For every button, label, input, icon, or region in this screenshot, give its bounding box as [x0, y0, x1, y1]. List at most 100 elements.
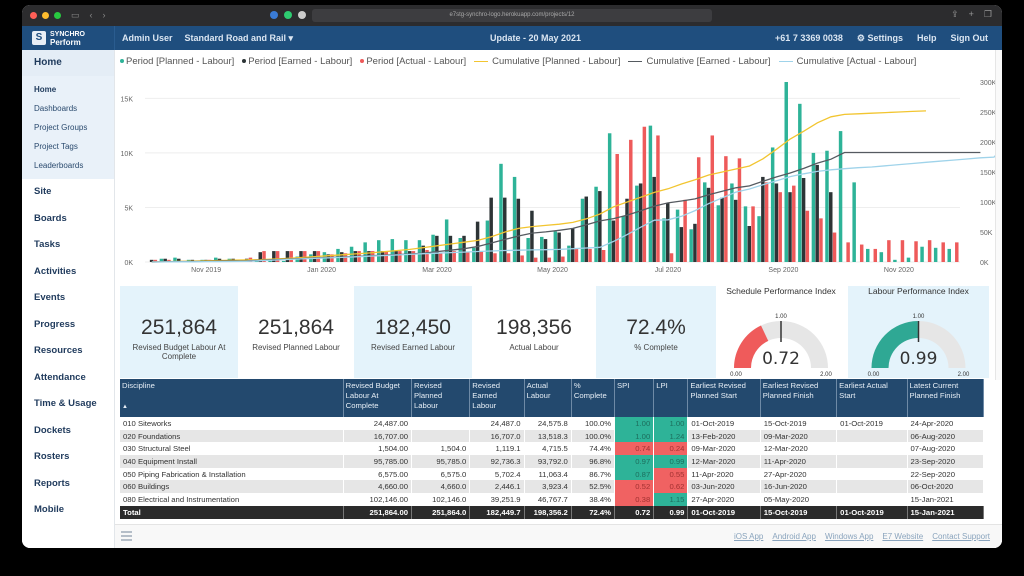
sidebar-subitem-project-tags[interactable]: Project Tags	[34, 137, 114, 156]
bar-period-planned	[947, 248, 951, 262]
sidebar-item-events[interactable]: Events	[22, 285, 114, 312]
table-row[interactable]: 020 Foundations 16,707.00 16,707.0 13,518.3…	[120, 429, 985, 443]
bar-period-planned	[757, 216, 761, 262]
table-cell: 27-Apr-2020	[760, 467, 838, 481]
table-cell: 16-Jun-2020	[760, 480, 838, 494]
extension-icon-blue[interactable]	[270, 11, 278, 19]
sort-asc-icon: ▲	[122, 404, 128, 410]
minimize-window-button[interactable]	[42, 12, 49, 19]
sidebar-item-time-usage[interactable]: Time & Usage	[22, 391, 114, 418]
col-header-actual[interactable]: Actual Labour	[524, 379, 572, 417]
tabs-overview-icon[interactable]: ❐	[984, 9, 992, 20]
settings-link[interactable]: ⚙ Settings	[857, 33, 903, 44]
sidebar-subitem-leaderboards[interactable]: Leaderboards	[34, 156, 114, 175]
footer-link-contact-support[interactable]: Contact Support	[932, 532, 990, 541]
sidebar-subitem-dashboards[interactable]: Dashboards	[34, 99, 114, 118]
table-row[interactable]: 080 Electrical and Instrumentation 102,14…	[120, 493, 985, 506]
sidebar-item-tasks[interactable]: Tasks	[22, 232, 114, 259]
x-tick-label: May 2020	[537, 267, 568, 274]
bar-period-earned	[448, 235, 453, 262]
col-header-lpi[interactable]: LPI	[653, 379, 689, 417]
sidebar-item-resources[interactable]: Resources	[22, 338, 114, 365]
kpi-value: 251,864	[141, 316, 217, 339]
kpi-value: 198,356	[496, 316, 572, 339]
table-row[interactable]: 010 Siteworks 24,487.00 24,487.0 24,575.8 10…	[120, 417, 985, 430]
table-cell: 4,660.00	[343, 480, 413, 494]
table-cell: 74.4%	[571, 442, 616, 456]
legend-item-cumulative-actual[interactable]: Cumulative [Actual - Labour]	[778, 56, 916, 67]
sidebar-item-reports[interactable]: Reports	[22, 471, 114, 498]
table-cell	[836, 467, 908, 481]
legend-item-period-actual[interactable]: Period [Actual - Labour]	[360, 56, 466, 67]
col-header-earned[interactable]: Revised Earned Labour	[469, 379, 525, 417]
gauge-lpi: Labour Performance Index 0.99 1.00 0.00 2.0…	[848, 286, 989, 378]
col-header-planned-start[interactable]: Earliest Revised Planned Start	[687, 379, 761, 417]
footer-link-android-app[interactable]: Android App	[772, 532, 816, 541]
bar-period-earned	[747, 226, 751, 262]
sidebar-toggle-icon[interactable]: ▭	[71, 10, 80, 21]
sidebar-item-site[interactable]: Site	[22, 179, 114, 206]
legend-item-cumulative-planned[interactable]: Cumulative [Planned - Labour]	[474, 56, 620, 67]
col-header-actual-start[interactable]: Earliest Actual Start	[836, 379, 908, 417]
bar-period-actual	[601, 250, 606, 262]
forward-icon[interactable]: ›	[103, 10, 106, 21]
col-header-pct-complete[interactable]: % Complete	[571, 379, 616, 417]
col-header-discipline[interactable]: Discipline ▲	[120, 379, 344, 417]
sidebar-item-attendance[interactable]: Attendance	[22, 365, 114, 392]
sidebar-item-dockets[interactable]: Dockets	[22, 418, 114, 445]
sidebar-subitem-project-groups[interactable]: Project Groups	[34, 118, 114, 137]
table-cell: 24-Apr-2020	[907, 417, 985, 430]
table-cell: 040 Equipment Install	[120, 455, 344, 468]
total-cell: 01-Oct-2019	[687, 505, 761, 519]
footer-link-e7-website[interactable]: E7 Website	[882, 532, 923, 541]
legend-item-period-earned[interactable]: Period [Earned - Labour]	[242, 56, 352, 67]
share-icon[interactable]: ⇪	[951, 9, 959, 20]
sidebar-item-progress[interactable]: Progress	[22, 312, 114, 339]
col-header-latest-finish[interactable]: Latest Current Planned Finish	[907, 379, 985, 417]
sidebar-item-activities[interactable]: Activities	[22, 259, 114, 286]
col-header-planned-finish[interactable]: Earliest Revised Planned Finish	[760, 379, 838, 417]
bar-period-planned	[472, 247, 476, 262]
table-row[interactable]: 060 Buildings 4,660.00 4,660.0 2,446.1 3,923…	[120, 480, 985, 494]
address-bar[interactable]: e7stg-synchro-logo.herokuapp.com/project…	[312, 9, 712, 22]
table-cell: 38.4%	[571, 493, 616, 506]
sidebar-item-mobile[interactable]: Mobile	[22, 497, 114, 524]
gauge-mid-label: 1.00	[775, 314, 787, 320]
col-header-spi[interactable]: SPI	[614, 379, 655, 417]
new-tab-icon[interactable]: +	[969, 9, 974, 20]
sign-out-link[interactable]: Sign Out	[951, 33, 989, 44]
hamburger-menu-icon[interactable]	[121, 531, 132, 543]
close-window-button[interactable]	[30, 12, 37, 19]
project-selector[interactable]: Standard Road and Rail ▾	[185, 33, 294, 44]
table-row[interactable]: 040 Equipment Install 95,785.00 95,785.0 92…	[120, 455, 985, 468]
bar-period-actual	[710, 135, 715, 262]
extension-icon-green[interactable]	[284, 11, 292, 19]
synchro-logo[interactable]: S SYNCHRO Perform	[22, 26, 115, 50]
bar-period-actual	[805, 210, 810, 262]
page-scrollbar[interactable]	[995, 50, 1002, 380]
help-link[interactable]: Help	[917, 33, 937, 44]
col-header-budget[interactable]: Revised Budget Labour At Complete	[343, 379, 413, 417]
legend-item-period-planned[interactable]: Period [Planned - Labour]	[120, 56, 234, 67]
table-row[interactable]: 050 Piping Fabrication & Installation 6,5…	[120, 467, 985, 481]
col-header-planned[interactable]: Revised Planned Labour	[411, 379, 471, 417]
sidebar-item-boards[interactable]: Boards	[22, 206, 114, 233]
bar-period-actual	[438, 253, 443, 262]
sidebar-item-rosters[interactable]: Rosters	[22, 444, 114, 471]
footer-link-ios-app[interactable]: iOS App	[734, 532, 763, 541]
table-row[interactable]: 030 Structural Steel 1,504.00 1,504.0 1,119…	[120, 442, 985, 456]
table-cell: 24,575.8	[524, 417, 572, 430]
user-menu[interactable]: Admin User	[122, 33, 173, 44]
footer-link-windows-app[interactable]: Windows App	[825, 532, 873, 541]
privacy-shield-icon[interactable]	[298, 11, 306, 19]
maximize-window-button[interactable]	[54, 12, 61, 19]
sidebar-subitem-home[interactable]: Home	[34, 80, 114, 99]
table-cell: 4,715.5	[524, 442, 572, 456]
bar-period-planned	[770, 147, 775, 262]
table-cell: 030 Structural Steel	[120, 442, 344, 456]
table-cell	[836, 480, 908, 494]
bar-period-planned	[567, 245, 571, 262]
back-icon[interactable]: ‹	[90, 10, 93, 21]
legend-item-cumulative-earned[interactable]: Cumulative [Earned - Labour]	[628, 56, 771, 67]
sidebar-section-home[interactable]: Home	[22, 50, 114, 76]
